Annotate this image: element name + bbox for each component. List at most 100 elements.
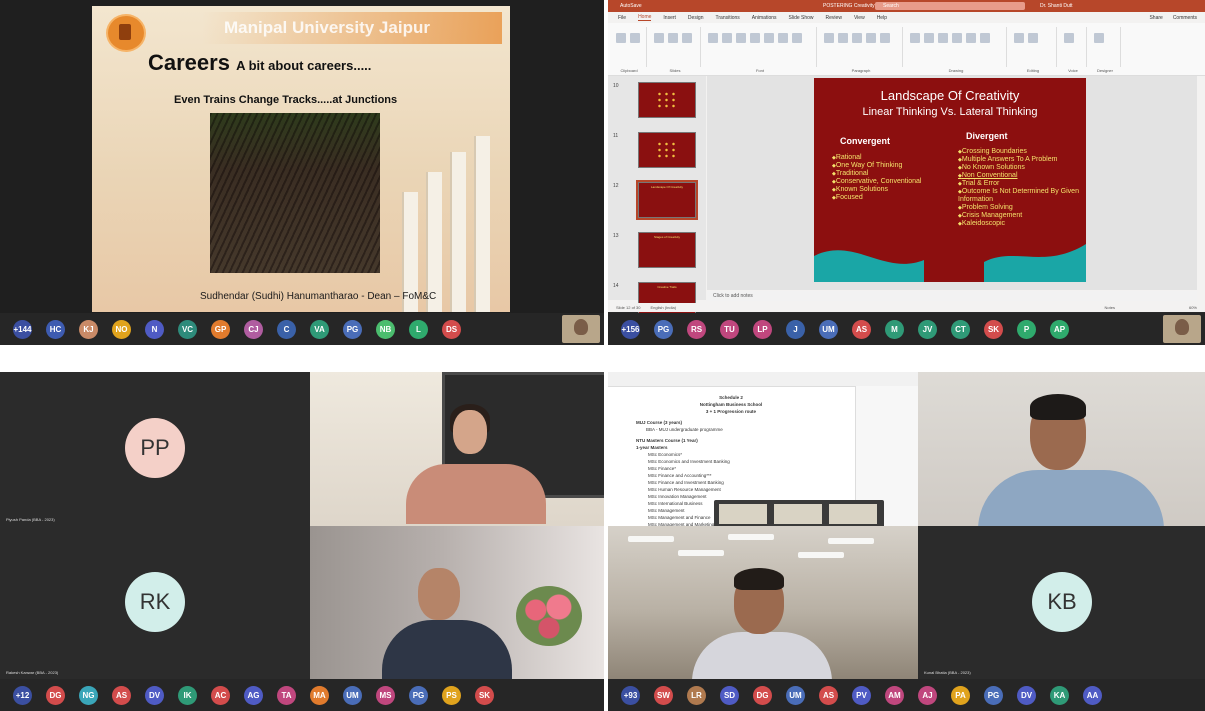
ribbon-command-icon[interactable] [952,33,962,43]
participant-avatar[interactable]: MS [369,685,402,705]
participant-video-man[interactable] [918,372,1205,526]
ribbon-command-icon[interactable] [708,33,718,43]
participant-avatar[interactable]: PG [977,685,1010,705]
participant-video-man[interactable] [310,526,604,679]
participant-avatar[interactable]: DV [138,685,171,705]
participant-avatar[interactable]: TA [270,685,303,705]
slide-thumbnail[interactable]: 10 [613,82,696,118]
participant-avatar[interactable]: AA [1076,685,1109,705]
self-video-thumbnail[interactable] [562,315,600,343]
ribbon-command-icon[interactable] [1028,33,1038,43]
ribbon-command-icon[interactable] [880,33,890,43]
ribbon-command-icon[interactable] [792,33,802,43]
ribbon-command-icon[interactable] [910,33,920,43]
ribbon-command-icon[interactable] [1094,33,1104,43]
participant-avatar[interactable]: DS [435,319,468,339]
participant-avatar[interactable]: CT [944,319,977,339]
participant-avatar[interactable]: C [270,319,303,339]
slide-thumbnail[interactable]: 13 Stages of Creativity [613,232,696,268]
participant-avatar[interactable]: CJ [237,319,270,339]
participant-avatar[interactable]: AS [845,319,878,339]
participant-avatar[interactable]: MA [303,685,336,705]
participant-avatar[interactable]: +144 [6,319,39,339]
participant-avatar[interactable]: DV [1010,685,1043,705]
participant-avatar[interactable]: KJ [72,319,105,339]
ribbon-command-icon[interactable] [630,33,640,43]
participant-avatar[interactable]: JV [911,319,944,339]
ribbon-tab[interactable]: Design [688,15,704,21]
ribbon-command-icon[interactable] [750,33,760,43]
participant-avatar[interactable]: DG [39,685,72,705]
ribbon-command-icon[interactable] [722,33,732,43]
ribbon-command-icon[interactable] [1064,33,1074,43]
self-video-thumbnail[interactable] [1163,315,1201,343]
participant-avatar[interactable]: UM [336,685,369,705]
participant-avatar[interactable]: P [1010,319,1043,339]
participant-avatar[interactable]: SK [977,319,1010,339]
participant-avatar[interactable]: +156 [614,319,647,339]
ribbon-command-icon[interactable] [866,33,876,43]
autosave-toggle[interactable]: AutoSave [620,3,642,9]
ribbon-command-icon[interactable] [654,33,664,43]
ribbon-command-icon[interactable] [778,33,788,43]
participant-avatar[interactable]: +12 [6,685,39,705]
participant-avatar[interactable]: PS [435,685,468,705]
participant-avatar[interactable]: AJ [911,685,944,705]
participant-avatar[interactable]: LR [680,685,713,705]
ribbon-tab[interactable]: Help [877,15,887,21]
participant-tile-kb[interactable]: KB Kunal Bhatia (BBA - 2023) [918,526,1205,679]
participant-tile-rk[interactable]: RK Rakesh Kanwar (BBA - 2023) [0,526,310,679]
participant-avatar[interactable]: SK [468,685,501,705]
participant-avatar[interactable]: GP [204,319,237,339]
participant-avatar[interactable]: AS [812,685,845,705]
ribbon-tab[interactable]: File [618,15,626,21]
language-indicator[interactable]: English (India) [650,305,676,310]
participant-avatar[interactable]: LP [746,319,779,339]
participant-avatar[interactable]: AG [237,685,270,705]
participant-avatar[interactable]: PG [647,319,680,339]
participant-avatar[interactable]: PG [402,685,435,705]
ribbon-command-icon[interactable] [764,33,774,43]
participant-avatar[interactable]: IK [171,685,204,705]
participant-tile-pp[interactable]: PP Piyush Panda (BBA - 2023) [0,372,310,526]
participant-avatar[interactable]: TU [713,319,746,339]
participant-avatar[interactable]: AP [1043,319,1076,339]
signed-in-user[interactable]: Dr. Shanti Dutt [1040,3,1073,9]
participant-video-office[interactable] [608,526,918,679]
participant-avatar[interactable]: M [878,319,911,339]
participant-avatar[interactable]: PV [845,685,878,705]
ribbon-command-icon[interactable] [1014,33,1024,43]
ribbon-command-icon[interactable] [824,33,834,43]
ribbon-command-icon[interactable] [938,33,948,43]
share-button[interactable]: Share [1149,15,1162,21]
participant-avatar[interactable]: L [402,319,435,339]
participant-avatar[interactable]: HC [39,319,72,339]
zoom-level[interactable]: 60% [1189,305,1197,310]
ribbon-command-icon[interactable] [966,33,976,43]
participant-avatar[interactable]: DG [746,685,779,705]
participant-avatar[interactable]: PA [944,685,977,705]
slide-thumbnail[interactable]: 12 Landscape Of Creativity [613,180,698,220]
participant-avatar[interactable]: NO [105,319,138,339]
notes-toggle[interactable]: Notes [1105,305,1115,310]
participant-avatar[interactable]: KA [1043,685,1076,705]
slide-thumbnail[interactable]: 11 [613,132,696,168]
participant-avatar[interactable]: NG [72,685,105,705]
ribbon-command-icon[interactable] [924,33,934,43]
ribbon-tab[interactable]: Review [826,15,842,21]
ribbon-command-icon[interactable] [682,33,692,43]
ribbon-tab[interactable]: Home [638,14,652,21]
ribbon-tab[interactable]: Transitions [716,15,740,21]
shared-document-tile[interactable]: Schedule 2 Nottingham Business School 3 … [608,372,918,526]
participant-avatar[interactable]: VA [303,319,336,339]
participant-avatar[interactable]: UM [779,685,812,705]
ribbon-tab[interactable]: Slide Show [789,15,814,21]
participant-avatar[interactable]: SD [713,685,746,705]
participant-avatar[interactable]: J [779,319,812,339]
participant-avatar[interactable]: NB [369,319,402,339]
participant-avatar[interactable]: PG [336,319,369,339]
comments-button[interactable]: Comments [1173,15,1197,21]
ribbon-tab[interactable]: View [854,15,865,21]
participant-avatar[interactable]: N [138,319,171,339]
participant-avatar[interactable]: AC [204,685,237,705]
